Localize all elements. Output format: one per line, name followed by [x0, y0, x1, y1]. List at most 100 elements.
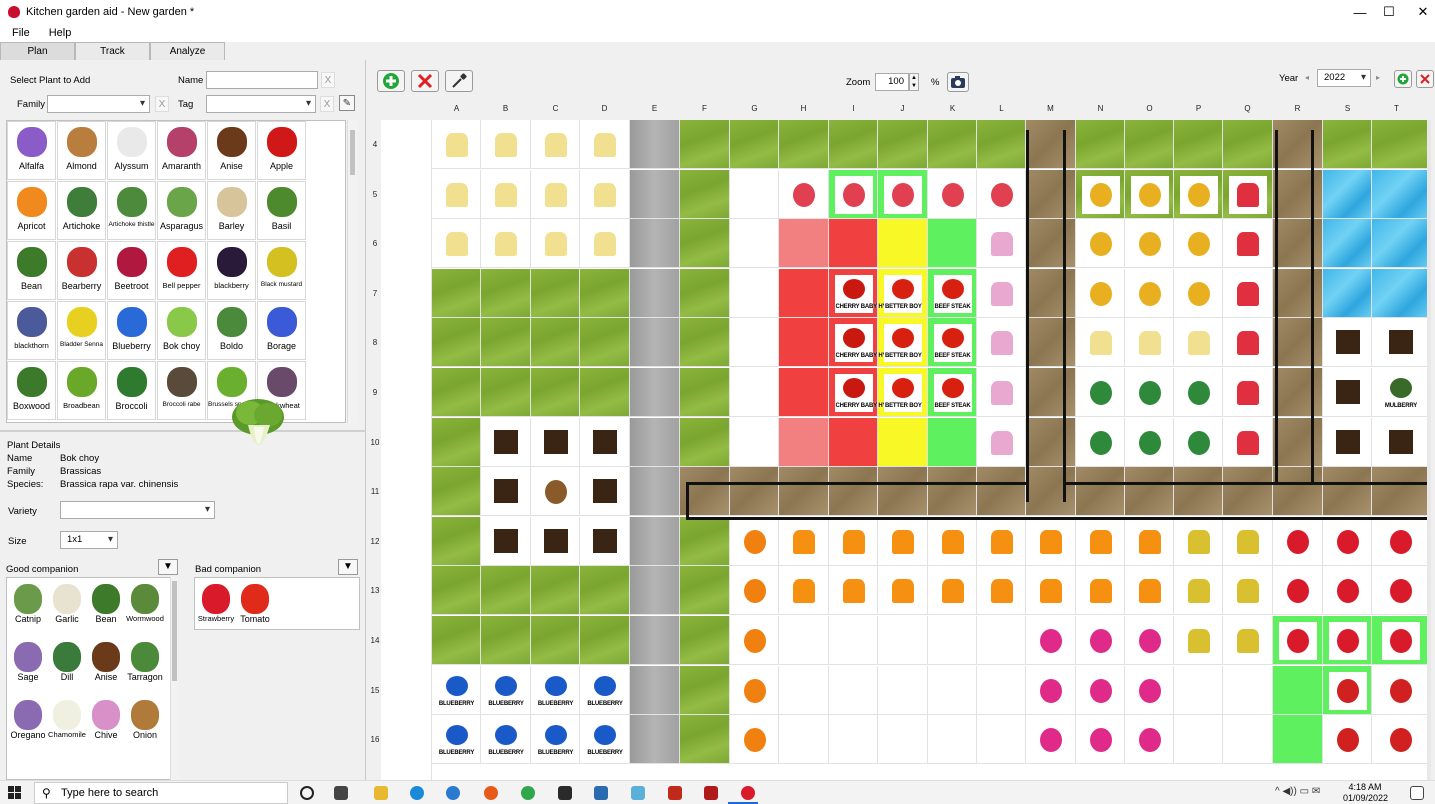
chrome-icon[interactable] [521, 786, 535, 800]
better-plant[interactable]: BETTER BOY [884, 374, 922, 412]
grid-cell-G9[interactable] [730, 368, 779, 417]
grid-cell-I10[interactable] [829, 417, 878, 467]
grid-cell-T6[interactable] [1372, 219, 1430, 269]
cherry-plant[interactable]: CHERRY BABY HYBRID [834, 274, 900, 313]
grid-cell-H10[interactable] [779, 417, 829, 467]
sunflower-plant[interactable] [1130, 274, 1169, 313]
sunflower-plant[interactable] [1130, 225, 1169, 264]
alyssum-plant[interactable] [487, 126, 525, 164]
watermelon-plant[interactable] [1130, 374, 1169, 412]
alyssum-plant[interactable] [437, 126, 476, 164]
petunia-plant[interactable] [1081, 671, 1120, 710]
alyssum-plant[interactable] [536, 126, 575, 164]
good-companion-catnip[interactable]: Catnip [9, 580, 47, 638]
name-search-input[interactable] [206, 71, 318, 89]
rhubarb-plant[interactable] [1382, 721, 1420, 760]
tulip-plant[interactable] [1229, 324, 1267, 363]
grid-cell-E14[interactable] [630, 616, 680, 665]
grid-cell-E13[interactable] [630, 566, 680, 616]
grid-scrollbar[interactable] [1427, 120, 1431, 780]
grid-cell-R8[interactable] [1273, 318, 1323, 368]
mustard-plant[interactable] [1229, 522, 1267, 561]
grid-cell-R15[interactable] [1273, 665, 1323, 715]
calendula-plant[interactable] [834, 522, 873, 561]
petunia-plant[interactable] [1081, 622, 1120, 660]
grid-cell-H8[interactable] [779, 318, 829, 368]
delete-year-button[interactable] [1416, 70, 1434, 88]
zoom-input[interactable]: 100 [875, 73, 909, 91]
grid-cell-D9[interactable] [580, 368, 630, 417]
plant-tile-bladder-senna[interactable]: Bladder Senna [57, 301, 106, 360]
plant-tile-alfalfa[interactable]: Alfalfa [7, 121, 56, 180]
blueberry-plant[interactable]: BLUEBERRY [536, 671, 575, 710]
grid-cell-M10[interactable] [1026, 417, 1076, 467]
thunderbird-icon[interactable] [446, 786, 460, 800]
calendula-plant[interactable] [785, 522, 823, 561]
watermelon-plant[interactable] [1081, 374, 1120, 412]
grid-cell-H6[interactable] [779, 219, 829, 269]
grid-cell-I6[interactable] [829, 219, 878, 269]
close-button[interactable]: ✕ [1406, 0, 1435, 24]
grid-cell-K4[interactable] [928, 120, 977, 169]
strawberry-plant[interactable] [1328, 522, 1367, 561]
plant-tile-borage[interactable]: Borage [257, 301, 306, 360]
grid-cell-F6[interactable] [680, 219, 730, 269]
grid-cell-O4[interactable] [1125, 120, 1174, 169]
grid-cell-S5[interactable] [1323, 169, 1372, 219]
terminal-icon[interactable] [558, 786, 572, 800]
chive-plant[interactable] [982, 423, 1021, 462]
alyssum-plant[interactable] [586, 126, 624, 164]
grid-cell-H11[interactable] [779, 467, 829, 517]
tag-select[interactable] [206, 95, 316, 113]
calendula-plant[interactable] [1130, 572, 1169, 611]
tab-track[interactable]: Track [75, 42, 150, 60]
cherry-plant[interactable]: CHERRY BABY HYBRID [834, 324, 900, 363]
grid-cell-H4[interactable] [779, 120, 829, 169]
strawberry-plant[interactable] [1382, 522, 1420, 561]
calendula-plant[interactable] [982, 572, 1021, 611]
grid-cell-G8[interactable] [730, 318, 779, 368]
grid-cell-L4[interactable] [977, 120, 1026, 169]
grid-cell-R9[interactable] [1273, 368, 1323, 417]
grid-cell-R4[interactable] [1273, 120, 1323, 169]
calendula-plant[interactable] [1130, 522, 1169, 561]
grid-cell-G6[interactable] [730, 219, 779, 269]
alyssum-plant[interactable] [437, 175, 476, 214]
grid-cell-K15[interactable] [928, 665, 977, 715]
blueberry-plant[interactable]: BLUEBERRY [586, 721, 624, 760]
alyssum-plant[interactable] [586, 225, 624, 264]
good-companion-dill[interactable]: Dill [48, 638, 86, 696]
grid-cell-J15[interactable] [878, 665, 928, 715]
cherry-plant[interactable]: CHERRY BABY HYBRID [834, 374, 900, 412]
plant-tile-bell-pepper[interactable]: Bell pepper [157, 241, 206, 300]
add-plant-button[interactable] [377, 70, 405, 92]
grid-cell-F15[interactable] [680, 665, 730, 715]
alyssum-plant[interactable] [487, 175, 525, 214]
grid-cell-F12[interactable] [680, 516, 730, 566]
blueberry-plant[interactable]: BLUEBERRY [536, 721, 575, 760]
marigold-plant[interactable] [735, 522, 774, 561]
grid-cell-A13[interactable] [432, 566, 481, 616]
strawberry-plant[interactable] [1279, 572, 1317, 611]
grid-cell-P11[interactable] [1174, 467, 1223, 517]
sunflower-plant[interactable] [1179, 175, 1218, 214]
variety-select[interactable] [60, 501, 215, 519]
grid-cell-E7[interactable] [630, 268, 680, 318]
grid-cell-E11[interactable] [630, 467, 680, 517]
grid-cell-E8[interactable] [630, 318, 680, 368]
sunflower-plant[interactable] [1081, 274, 1120, 313]
grid-cell-J11[interactable] [878, 467, 928, 517]
rhubarb-plant[interactable] [1382, 671, 1420, 710]
good-companion-garlic[interactable]: Garlic [48, 580, 86, 638]
grid-cell-G5[interactable] [730, 169, 779, 219]
grid-cell-B9[interactable] [481, 368, 531, 417]
filezilla-icon[interactable] [704, 786, 718, 800]
plant-tile-broadbean[interactable]: Broadbean [57, 361, 106, 420]
good-companion-scrollbar[interactable] [170, 577, 178, 780]
grid-cell-S4[interactable] [1323, 120, 1372, 169]
family-select[interactable] [47, 95, 150, 113]
grid-cell-C9[interactable] [531, 368, 580, 417]
petunia-plant[interactable] [1130, 622, 1169, 660]
grid-cell-M7[interactable] [1026, 268, 1076, 318]
radish-plant[interactable] [933, 175, 972, 214]
